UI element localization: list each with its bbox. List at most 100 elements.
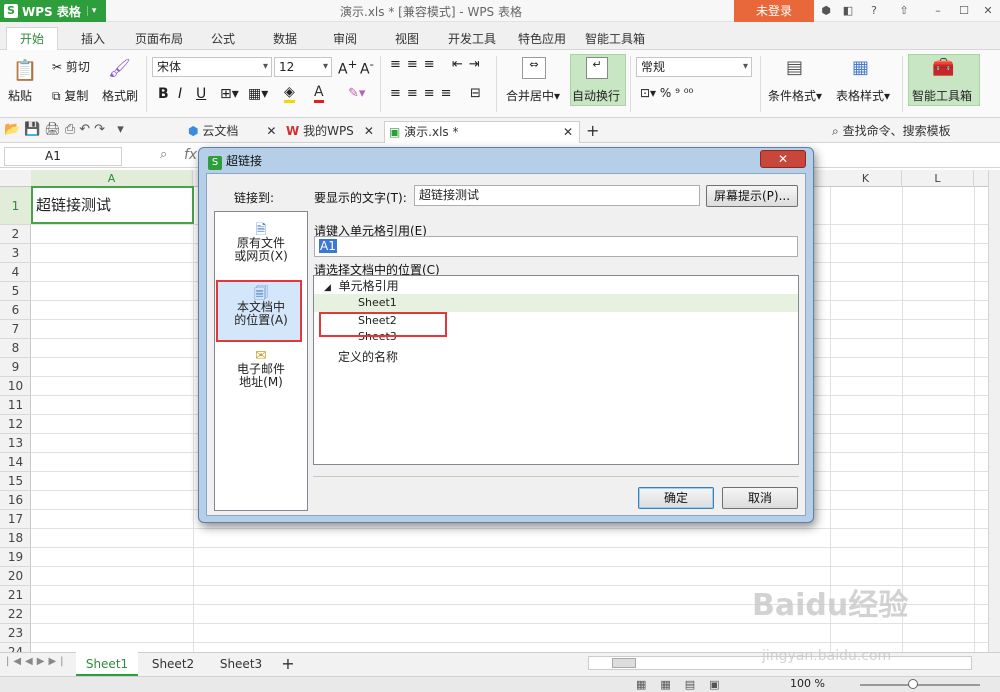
name-box[interactable]: A1 — [4, 147, 122, 166]
ok-button[interactable]: 确定 — [638, 487, 714, 509]
row-header-23[interactable]: 23 — [0, 624, 31, 643]
tab-page-layout[interactable]: 页面布局 — [128, 28, 190, 50]
cancel-button[interactable]: 取消 — [722, 487, 798, 509]
link-email[interactable]: ✉ 电子邮件 地址(M) — [216, 349, 306, 389]
search-commands[interactable]: ⌕ 查找命令、搜索模板 — [832, 121, 1000, 143]
format-painter-icon[interactable]: 🖌 — [108, 58, 131, 79]
table-style-icon[interactable]: ▦ — [852, 57, 869, 78]
font-shrink-icon[interactable]: A- — [360, 57, 374, 78]
link-place-in-doc[interactable]: 🗐 本文档中 的位置(A) — [216, 287, 306, 327]
italic-icon[interactable]: I — [178, 86, 182, 102]
format-painter-button[interactable]: 格式刷 — [102, 87, 138, 104]
tab-insert[interactable]: 插入 — [72, 28, 114, 50]
app-menu-button[interactable]: S WPS 表格 ▾ — [0, 0, 106, 22]
row-header-6[interactable]: 6 — [0, 301, 31, 320]
row-header-1[interactable]: 1 — [0, 187, 31, 225]
number-style-icons[interactable]: ⊡▾ % ⁹ ⁰⁰ — [640, 86, 693, 100]
doc-tab-mywps[interactable]: W 我的WPS ✕ — [286, 121, 382, 143]
font-family-select[interactable]: 宋体 — [152, 57, 272, 77]
vertical-scrollbar[interactable] — [988, 170, 1000, 652]
row-header-19[interactable]: 19 — [0, 548, 31, 567]
conditional-format-icon[interactable]: ▤ — [786, 57, 803, 78]
row-header-21[interactable]: 21 — [0, 586, 31, 605]
wrap-text-button[interactable]: 自动换行 — [572, 87, 620, 104]
tree-item-sheet1[interactable]: Sheet1 — [314, 294, 798, 312]
row-header-20[interactable]: 20 — [0, 567, 31, 586]
row-header-14[interactable]: 14 — [0, 453, 31, 472]
font-color-icon[interactable]: A — [314, 84, 324, 103]
number-format-select[interactable]: 常规 — [636, 57, 752, 77]
close-icon[interactable]: ✕ — [266, 124, 276, 138]
new-tab-icon[interactable]: + — [586, 121, 599, 143]
row-header-9[interactable]: 9 — [0, 358, 31, 377]
doc-tab-demo[interactable]: ▣ 演示.xls * ✕ — [384, 121, 580, 143]
clear-format-icon[interactable]: ✎▾ — [348, 86, 365, 101]
zoom-slider[interactable] — [860, 684, 980, 686]
row-header-3[interactable]: 3 — [0, 244, 31, 263]
row-header-18[interactable]: 18 — [0, 529, 31, 548]
tab-developer[interactable]: 开发工具 — [440, 28, 504, 50]
scroll-thumb[interactable] — [612, 658, 636, 668]
zoom-slider-thumb[interactable] — [908, 679, 918, 689]
bold-icon[interactable]: B — [158, 86, 169, 102]
close-icon[interactable]: ✕ — [980, 3, 996, 19]
tab-formulas[interactable]: 公式 — [202, 28, 244, 50]
doc-tab-cloud[interactable]: ⬢ 云文档 ✕ — [188, 121, 284, 143]
screen-tip-button[interactable]: 屏幕提示(P)... — [706, 185, 798, 207]
merge-icon[interactable]: ⇔ — [522, 57, 546, 79]
fx-icon[interactable]: fx — [184, 147, 197, 163]
row-header-22[interactable]: 22 — [0, 605, 31, 624]
tab-review[interactable]: 审阅 — [324, 28, 366, 50]
border-icon[interactable]: ⊞▾ — [220, 86, 239, 102]
horizontal-align-icons[interactable]: ≡≡≡≡ — [390, 86, 458, 101]
dialog-close-button[interactable]: ✕ — [760, 150, 806, 168]
minimize-icon[interactable]: – — [930, 3, 946, 19]
add-sheet-icon[interactable]: + — [278, 652, 298, 676]
tab-smart-tools[interactable]: 智能工具箱 — [580, 28, 650, 50]
column-header-k[interactable]: K — [830, 170, 902, 187]
row-header-17[interactable]: 17 — [0, 510, 31, 529]
login-button[interactable]: 未登录 — [734, 0, 814, 22]
row-header-7[interactable]: 7 — [0, 320, 31, 339]
cut-button[interactable]: ✂ 剪切 — [52, 58, 90, 75]
help-icon[interactable]: ? — [866, 3, 882, 19]
tab-home[interactable]: 开始 — [6, 27, 58, 51]
copy-button[interactable]: ⧉ 复制 — [52, 87, 88, 104]
font-grow-icon[interactable]: A+ — [338, 57, 357, 78]
underline-icon[interactable]: U — [196, 86, 206, 102]
quick-access-icons[interactable]: 📂💾🖨⎙↶↷ ▾ — [4, 122, 128, 137]
font-size-select[interactable]: 12 — [274, 57, 332, 77]
row-header-10[interactable]: 10 — [0, 377, 31, 396]
close-icon[interactable]: ✕ — [563, 122, 573, 142]
cell-ref-input[interactable]: A1 — [314, 236, 798, 257]
maximize-icon[interactable]: ☐ — [956, 3, 972, 19]
conditional-format-button[interactable]: 条件格式▾ — [768, 87, 822, 104]
paste-icon[interactable]: 📋 — [8, 58, 42, 82]
column-header-l[interactable]: L — [902, 170, 974, 187]
sheet-tab-1[interactable]: Sheet1 — [76, 652, 138, 676]
share-icon[interactable]: ◧ — [840, 3, 856, 19]
tab-view[interactable]: 视图 — [386, 28, 428, 50]
row-header-11[interactable]: 11 — [0, 396, 31, 415]
restore-up-icon[interactable]: ⇧ — [896, 3, 912, 19]
tab-features[interactable]: 特色应用 — [510, 28, 574, 50]
tab-data[interactable]: 数据 — [264, 28, 306, 50]
fill-color-icon[interactable]: ◈ — [284, 84, 295, 103]
merge-center-button[interactable]: 合并居中▾ — [506, 87, 560, 104]
paste-button[interactable]: 粘贴 — [8, 87, 32, 104]
column-header-a[interactable]: A — [31, 170, 193, 187]
row-header-2[interactable]: 2 — [0, 225, 31, 244]
row-header-5[interactable]: 5 — [0, 282, 31, 301]
indent-icons[interactable]: ⇤⇥ — [452, 57, 486, 72]
zoom-search-icon[interactable]: ⌕ — [160, 147, 167, 162]
row-header-8[interactable]: 8 — [0, 339, 31, 358]
smart-tools-button[interactable]: 智能工具箱 — [912, 87, 972, 104]
table-style-button[interactable]: 表格样式▾ — [836, 87, 890, 104]
tree-root-cell-ref[interactable]: ◢ 单元格引用 — [314, 277, 798, 295]
link-existing-file[interactable]: 🗎 原有文件 或网页(X) — [216, 223, 306, 263]
vertical-align-icons[interactable]: ≡≡≡ — [390, 57, 441, 72]
sheet-tab-3[interactable]: Sheet3 — [210, 652, 272, 676]
sheet-tab-2[interactable]: Sheet2 — [142, 652, 204, 676]
display-text-input[interactable]: 超链接测试 — [414, 185, 700, 206]
row-header-16[interactable]: 16 — [0, 491, 31, 510]
